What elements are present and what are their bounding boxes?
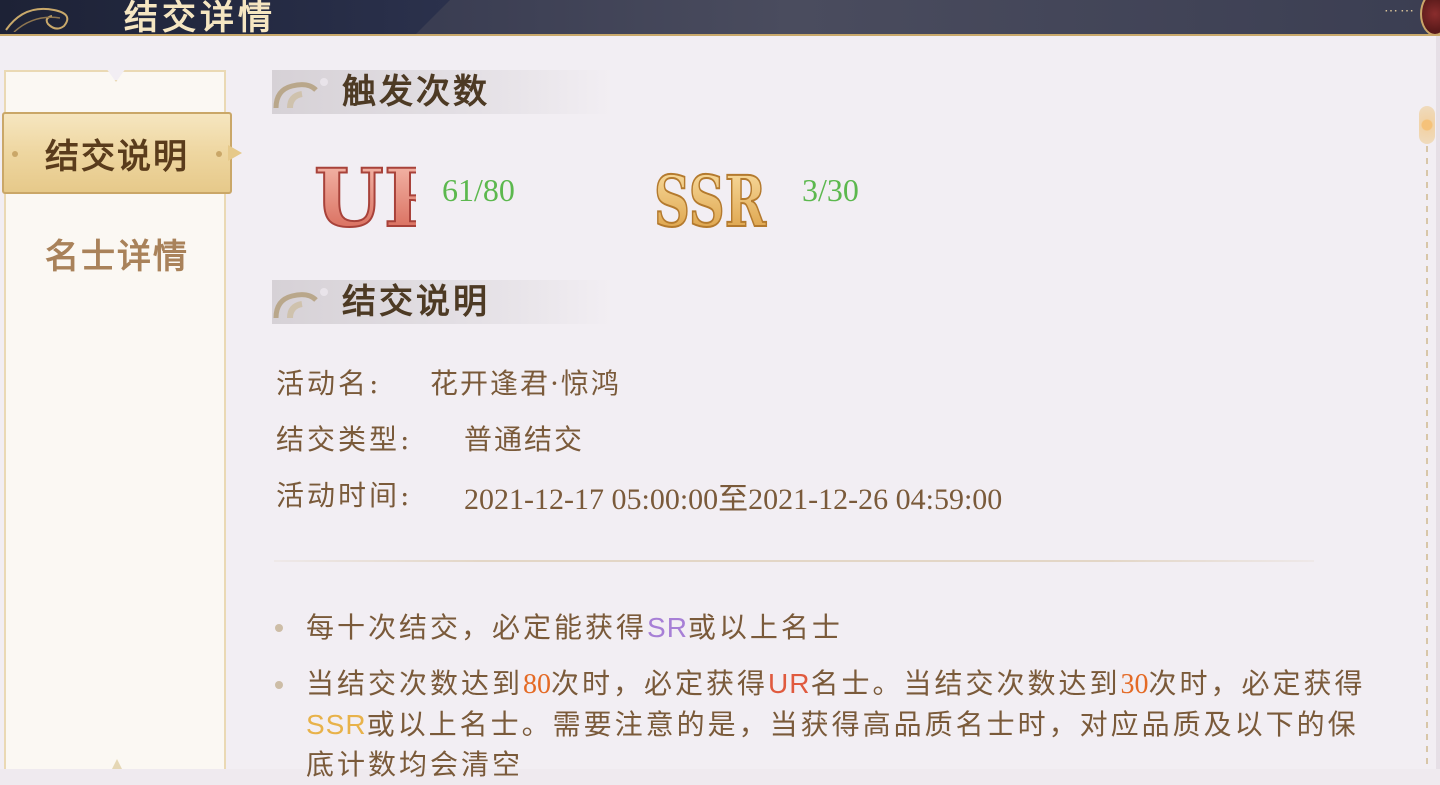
ssr-rarity-icon: SSR (653, 159, 768, 240)
activity-time-value: 2021-12-17 05:00:00至2021-12-26 04:59:00 (464, 483, 1003, 516)
tab-notable-details-label: 名士详情 (45, 236, 189, 277)
ur-rarity-icon: UR (313, 150, 416, 240)
panel-right-edge (1436, 36, 1440, 769)
cloud-ornament-icon (273, 78, 328, 109)
sidebar-notch (106, 68, 126, 82)
ssr-counter: 3/30 (802, 172, 859, 208)
sidebar-bottom-ornament (112, 759, 122, 769)
activity-name-value: 花开逢君·惊鸿 (430, 367, 621, 400)
header-bar: 结交详情 ⋯⋯ (0, 0, 1440, 36)
section-divider (274, 560, 1314, 562)
swirl-ornament-icon (5, 8, 69, 32)
scrollbar-track[interactable] (1426, 110, 1428, 769)
section-header-trigger: 触发次数 (272, 70, 612, 114)
ur-counter: 61/80 (442, 172, 515, 208)
rule-2-ssr-threshold: 30 (1120, 669, 1149, 700)
recruit-type-value: 普通结交 (464, 423, 585, 456)
rule-2-text: 名士。当结交次数达到 (810, 667, 1121, 700)
sidebar: 结交说明 名士详情 (2, 68, 242, 769)
rule-2-text: 次时，必定获得 (1148, 667, 1366, 700)
bullet-icon (275, 681, 283, 689)
rule-2-ur-threshold: 80 (523, 669, 552, 700)
svg-text:UR: UR (314, 151, 416, 240)
title-plate: 结交详情 (0, 0, 450, 36)
rule-1-text: 每十次结交，必定能获得 (306, 611, 648, 644)
rule-1-text-end: 或以上名士 (687, 611, 843, 644)
window-title: 结交详情 (124, 0, 276, 38)
activity-time-label: 活动时间: (276, 479, 413, 512)
svg-text:SSR: SSR (654, 160, 767, 240)
rule-1: 每十次结交，必定能获得SR或以上名士 (306, 608, 1386, 648)
rule-2-text: 当结交次数达到 (306, 667, 524, 700)
tab-description[interactable]: 结交说明 (2, 112, 242, 194)
close-knob-icon[interactable] (1420, 0, 1440, 36)
tab-description-label: 结交说明 (45, 136, 189, 177)
section-title-description: 结交说明 (342, 282, 490, 322)
rule-1-sr-highlight: SR (647, 612, 688, 643)
rule-2-text-end: 或以上名士。需要注意的是，当获得高品质名士时，对应品质及以下的保底计数均会清空 (306, 708, 1359, 781)
activity-name-label: 活动名: (276, 367, 382, 400)
section-header-description: 结交说明 (272, 280, 612, 324)
section-title-trigger: 触发次数 (342, 72, 490, 112)
rule-2-ur-highlight: UR (768, 668, 811, 699)
header-dots: ⋯⋯ (1384, 3, 1416, 19)
cloud-ornament-icon (273, 288, 328, 319)
scrollbar-thumb[interactable] (1419, 106, 1435, 144)
rule-2-text: 次时，必定获得 (551, 667, 769, 700)
bullet-icon (275, 624, 283, 632)
rule-2-ssr-highlight: SSR (306, 709, 367, 740)
tab-notable-details[interactable]: 名士详情 (2, 212, 232, 294)
recruit-type-label: 结交类型: (276, 423, 413, 456)
rule-2: 当结交次数达到80次时，必定获得UR名士。当结交次数达到30次时，必定获得SSR… (306, 664, 1386, 785)
